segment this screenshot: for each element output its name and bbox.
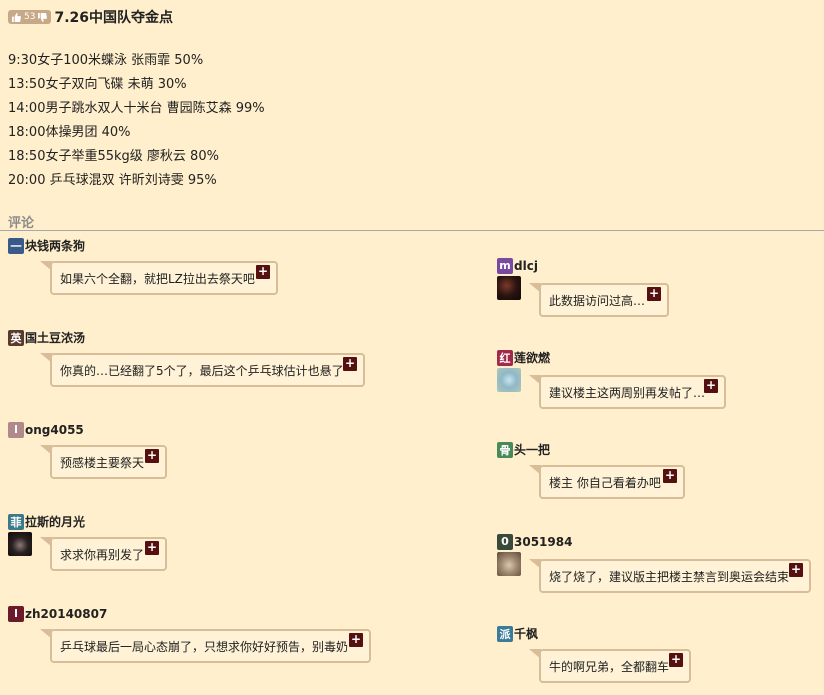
- thumbs-up-icon[interactable]: [12, 12, 21, 22]
- comments-divider: [0, 230, 824, 231]
- username[interactable]: zh20140807: [25, 607, 107, 621]
- comment-bubble: 预感楼主要祭天 +: [40, 445, 167, 479]
- comment-item: 0 3051984 烧了烧了，建议版主把楼主禁言到奥运会结束 +: [497, 533, 811, 593]
- comment-item: 英 国土豆浓汤 你真的…已经翻了5个了，最后这个乒乓球估计也悬了 +: [8, 329, 365, 387]
- comment-text: 烧了烧了，建议版主把楼主禁言到奥运会结束: [549, 569, 790, 584]
- comment-text: 你真的…已经翻了5个了，最后这个乒乓球估计也悬了: [60, 363, 344, 378]
- comment-bubble: 牛的啊兄弟，全都翻车 +: [529, 649, 691, 683]
- avatar[interactable]: l: [8, 605, 24, 622]
- user-avatar-image[interactable]: [497, 276, 521, 300]
- comment-bubble: 烧了烧了，建议版主把楼主禁言到奥运会结束 +: [529, 559, 811, 593]
- username[interactable]: 国土豆浓汤: [25, 329, 85, 346]
- comment-item: 菲 拉斯的月光 求求你再别发了 +: [8, 513, 167, 571]
- comment-bubble: 如果六个全翻，就把LZ拉出去祭天吧 +: [40, 261, 278, 295]
- avatar[interactable]: l: [8, 421, 24, 438]
- avatar[interactable]: 0: [497, 533, 513, 550]
- comment-text: 求求你再别发了: [60, 547, 145, 562]
- comment-item: 派 千枫 牛的啊兄弟，全都翻车 +: [497, 625, 691, 683]
- username[interactable]: 块钱两条狗: [25, 237, 85, 254]
- schedule-line: 13:50女子双向飞碟 未萌 30%: [8, 77, 187, 92]
- comment-item: l zh20140807 乒乓球最后一局心态崩了，只想求你好好预告，别毒奶 +: [8, 605, 371, 663]
- expand-plus-icon[interactable]: +: [647, 287, 661, 301]
- post-body: 9:30女子100米蝶泳 张雨霏 50% 13:50女子双向飞碟 未萌 30% …: [8, 49, 265, 193]
- user-avatar-image[interactable]: [497, 368, 521, 392]
- expand-plus-icon[interactable]: +: [669, 653, 683, 667]
- comment-text: 乒乓球最后一局心态崩了，只想求你好好预告，别毒奶: [60, 639, 349, 654]
- comment-text: 如果六个全翻，就把LZ拉出去祭天吧: [60, 271, 255, 286]
- comment-item: 骨 头一把 楼主 你自己看着办吧 +: [497, 441, 685, 499]
- comment-bubble: 求求你再别发了 +: [40, 537, 167, 571]
- vote-count: 53: [24, 12, 36, 22]
- username[interactable]: dlcj: [514, 259, 538, 273]
- expand-plus-icon[interactable]: +: [704, 379, 718, 393]
- username[interactable]: 莲欲燃: [514, 349, 550, 366]
- schedule-line: 14:00男子跳水双人十米台 曹园陈艾森 99%: [8, 101, 265, 116]
- schedule-line: 20:00 乒乓球混双 许昕刘诗雯 95%: [8, 173, 217, 188]
- schedule-line: 18:00体操男团 40%: [8, 125, 131, 140]
- username[interactable]: 头一把: [514, 441, 550, 458]
- avatar[interactable]: 派: [497, 625, 513, 642]
- comment-item: m dlcj 此数据访问过高… +: [497, 257, 669, 317]
- expand-plus-icon[interactable]: +: [343, 357, 357, 371]
- user-avatar-image[interactable]: [497, 552, 521, 576]
- comment-text: 预感楼主要祭天: [60, 455, 145, 470]
- comment-item: 一 块钱两条狗 如果六个全翻，就把LZ拉出去祭天吧 +: [8, 237, 278, 295]
- comment-bubble: 此数据访问过高… +: [529, 283, 669, 317]
- comment-bubble: 你真的…已经翻了5个了，最后这个乒乓球估计也悬了 +: [40, 353, 365, 387]
- schedule-line: 9:30女子100米蝶泳 张雨霏 50%: [8, 53, 204, 68]
- expand-plus-icon[interactable]: +: [663, 469, 677, 483]
- username[interactable]: 拉斯的月光: [25, 513, 85, 530]
- expand-plus-icon[interactable]: +: [145, 541, 159, 555]
- comment-text: 此数据访问过高…: [549, 293, 646, 308]
- avatar[interactable]: 菲: [8, 513, 24, 530]
- expand-plus-icon[interactable]: +: [256, 265, 270, 279]
- comment-item: l ong4055 预感楼主要祭天 +: [8, 421, 167, 479]
- avatar[interactable]: 英: [8, 329, 24, 346]
- expand-plus-icon[interactable]: +: [789, 563, 803, 577]
- avatar[interactable]: 骨: [497, 441, 513, 458]
- comment-bubble: 楼主 你自己看着办吧 +: [529, 465, 685, 499]
- avatar[interactable]: 红: [497, 349, 513, 366]
- expand-plus-icon[interactable]: +: [349, 633, 363, 647]
- comment-text: 牛的啊兄弟，全都翻车: [549, 659, 670, 674]
- comment-text: 楼主 你自己看着办吧: [549, 475, 661, 490]
- user-avatar-image[interactable]: [8, 532, 32, 556]
- post-header: 53 7.26中国队夺金点: [8, 8, 173, 26]
- thumbs-down-icon[interactable]: [38, 12, 48, 22]
- comment-bubble: 乒乓球最后一局心态崩了，只想求你好好预告，别毒奶 +: [40, 629, 371, 663]
- username[interactable]: 千枫: [514, 625, 538, 642]
- avatar[interactable]: 一: [8, 237, 24, 254]
- expand-plus-icon[interactable]: +: [145, 449, 159, 463]
- comment-bubble: 建议楼主这两周别再发帖了… +: [529, 375, 726, 409]
- username[interactable]: 3051984: [514, 535, 572, 549]
- avatar[interactable]: m: [497, 257, 513, 274]
- schedule-line: 18:50女子举重55kg级 廖秋云 80%: [8, 149, 219, 164]
- vote-badge[interactable]: 53: [8, 10, 52, 24]
- comments-label: 评论: [8, 216, 35, 231]
- comment-text: 建议楼主这两周别再发帖了…: [549, 385, 706, 400]
- post-title: 7.26中国队夺金点: [54, 10, 173, 26]
- username[interactable]: ong4055: [25, 423, 84, 437]
- comment-item: 红 莲欲燃 建议楼主这两周别再发帖了… +: [497, 349, 726, 409]
